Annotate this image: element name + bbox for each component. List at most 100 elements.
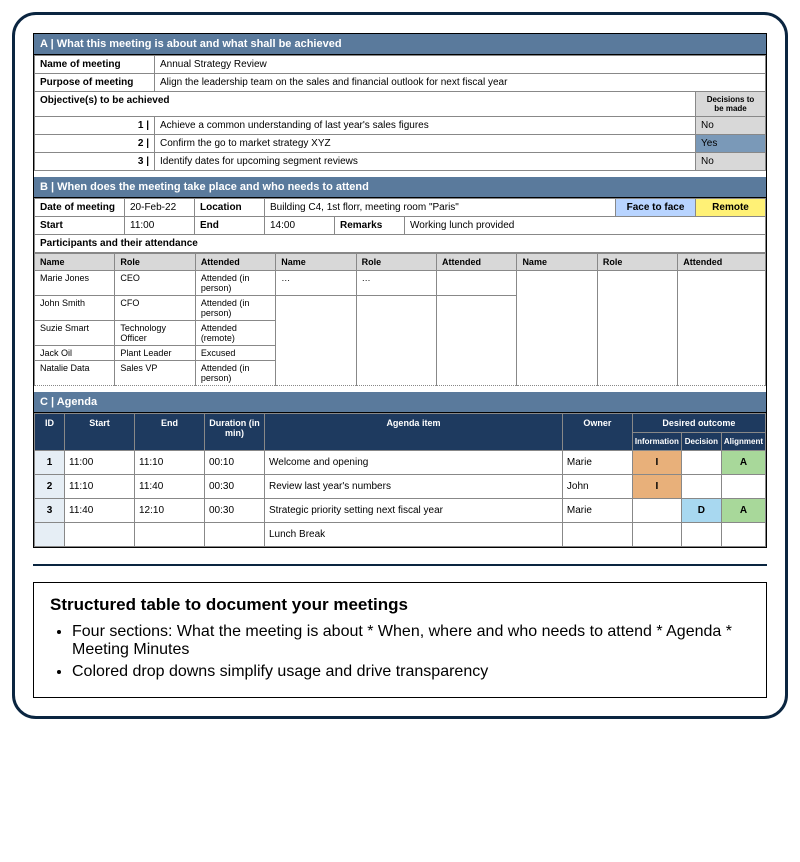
participant-role[interactable]: CFO (115, 296, 195, 321)
decision-dropdown[interactable]: No (696, 153, 766, 171)
participant-role[interactable]: Technology Officer (115, 321, 195, 346)
objective-text[interactable]: Achieve a common understanding of last y… (155, 117, 696, 135)
agenda-owner[interactable]: Marie (562, 451, 632, 475)
objective-num: 2 | (35, 135, 155, 153)
name-label: Name of meeting (35, 56, 155, 74)
col-info: Information (632, 433, 681, 451)
agenda-id: 3 (35, 499, 65, 523)
participant-name[interactable]: John Smith (35, 296, 115, 321)
participant-attended[interactable]: Attended (in person) (195, 271, 275, 296)
agenda-item[interactable]: Lunch Break (265, 523, 563, 547)
description-bullet: Four sections: What the meeting is about… (72, 623, 750, 659)
agenda-end[interactable]: 11:40 (135, 475, 205, 499)
description-list: Four sections: What the meeting is about… (72, 623, 750, 681)
description-bullet: Colored drop downs simplify usage and dr… (72, 663, 750, 681)
outcome-alignment[interactable] (721, 523, 765, 547)
objective-text[interactable]: Identify dates for upcoming segment revi… (155, 153, 696, 171)
outcome-info[interactable] (632, 523, 681, 547)
col-role: Role (356, 254, 436, 271)
participant-role[interactable]: Plant Leader (115, 346, 195, 361)
agenda-end[interactable]: 11:10 (135, 451, 205, 475)
participant-attended[interactable]: Attended (in person) (195, 361, 275, 386)
agenda-item[interactable]: Strategic priority setting next fiscal y… (265, 499, 563, 523)
outcome-decision[interactable]: D (681, 499, 721, 523)
agenda-owner[interactable] (562, 523, 632, 547)
agenda-start[interactable] (65, 523, 135, 547)
participant-name[interactable]: Natalie Data (35, 361, 115, 386)
purpose-label: Purpose of meeting (35, 74, 155, 92)
objective-num: 1 | (35, 117, 155, 135)
decision-dropdown[interactable]: Yes (696, 135, 766, 153)
agenda-duration: 00:30 (205, 499, 265, 523)
col-role: Role (115, 254, 195, 271)
col-decision: Decision (681, 433, 721, 451)
outcome-info[interactable] (632, 499, 681, 523)
col-role: Role (597, 254, 677, 271)
section-b-header: B | When does the meeting take place and… (34, 177, 766, 198)
document-card: A | What this meeting is about and what … (12, 12, 788, 719)
outcome-alignment[interactable]: A (721, 499, 765, 523)
outcome-alignment[interactable]: A (721, 451, 765, 475)
agenda-start[interactable]: 11:40 (65, 499, 135, 523)
agenda-table: ID Start End Duration (in min) Agenda it… (34, 413, 766, 547)
outcome-decision[interactable] (681, 451, 721, 475)
participant-name[interactable]: Jack Oil (35, 346, 115, 361)
col-attended: Attended (678, 254, 766, 271)
end-value[interactable]: 14:00 (265, 217, 335, 235)
purpose-value[interactable]: Align the leadership team on the sales a… (155, 74, 766, 92)
col-item: Agenda item (265, 414, 563, 451)
agenda-owner[interactable]: Marie (562, 499, 632, 523)
agenda-start[interactable]: 11:10 (65, 475, 135, 499)
outcome-decision[interactable] (681, 523, 721, 547)
agenda-id: 1 (35, 451, 65, 475)
agenda-item[interactable]: Welcome and opening (265, 451, 563, 475)
decision-dropdown[interactable]: No (696, 117, 766, 135)
agenda-id (35, 523, 65, 547)
agenda-id: 2 (35, 475, 65, 499)
agenda-duration: 00:30 (205, 475, 265, 499)
location-value[interactable]: Building C4, 1st florr, meeting room "Pa… (265, 199, 616, 217)
participant-attended[interactable]: Excused (195, 346, 275, 361)
outcome-info[interactable]: I (632, 451, 681, 475)
participant-name[interactable]: Suzie Smart (35, 321, 115, 346)
date-value[interactable]: 20-Feb-22 (125, 199, 195, 217)
col-owner: Owner (562, 414, 632, 451)
col-start: Start (65, 414, 135, 451)
objective-num: 3 | (35, 153, 155, 171)
section-c-header: C | Agenda (34, 392, 766, 413)
meeting-template-sheet: A | What this meeting is about and what … (33, 33, 767, 548)
col-attended: Attended (437, 254, 517, 271)
participant-role[interactable]: … (356, 271, 436, 296)
remarks-value[interactable]: Working lunch provided (405, 217, 766, 235)
decisions-label: Decisions to be made (696, 92, 766, 117)
face-to-face-badge[interactable]: Face to face (616, 199, 696, 217)
location-label: Location (195, 199, 265, 217)
agenda-owner[interactable]: John (562, 475, 632, 499)
col-attended: Attended (195, 254, 275, 271)
agenda-item[interactable]: Review last year's numbers (265, 475, 563, 499)
agenda-end[interactable]: 12:10 (135, 499, 205, 523)
participant-name[interactable]: … (276, 271, 356, 296)
outcome-info[interactable]: I (632, 475, 681, 499)
participant-role[interactable]: Sales VP (115, 361, 195, 386)
section-b-table: Date of meeting 20-Feb-22 Location Build… (34, 198, 766, 253)
agenda-start[interactable]: 11:00 (65, 451, 135, 475)
col-name: Name (517, 254, 597, 271)
outcome-alignment[interactable] (721, 475, 765, 499)
participant-role[interactable]: CEO (115, 271, 195, 296)
remarks-label: Remarks (335, 217, 405, 235)
end-label: End (195, 217, 265, 235)
agenda-duration: 00:10 (205, 451, 265, 475)
participant-attended[interactable]: Attended (in person) (195, 296, 275, 321)
col-duration: Duration (in min) (205, 414, 265, 451)
section-a-table: Name of meeting Annual Strategy Review P… (34, 55, 766, 171)
start-value[interactable]: 11:00 (125, 217, 195, 235)
col-name: Name (35, 254, 115, 271)
name-value[interactable]: Annual Strategy Review (155, 56, 766, 74)
agenda-end[interactable] (135, 523, 205, 547)
remote-badge[interactable]: Remote (696, 199, 766, 217)
outcome-decision[interactable] (681, 475, 721, 499)
participant-name[interactable]: Marie Jones (35, 271, 115, 296)
objective-text[interactable]: Confirm the go to market strategy XYZ (155, 135, 696, 153)
participant-attended[interactable]: Attended (remote) (195, 321, 275, 346)
